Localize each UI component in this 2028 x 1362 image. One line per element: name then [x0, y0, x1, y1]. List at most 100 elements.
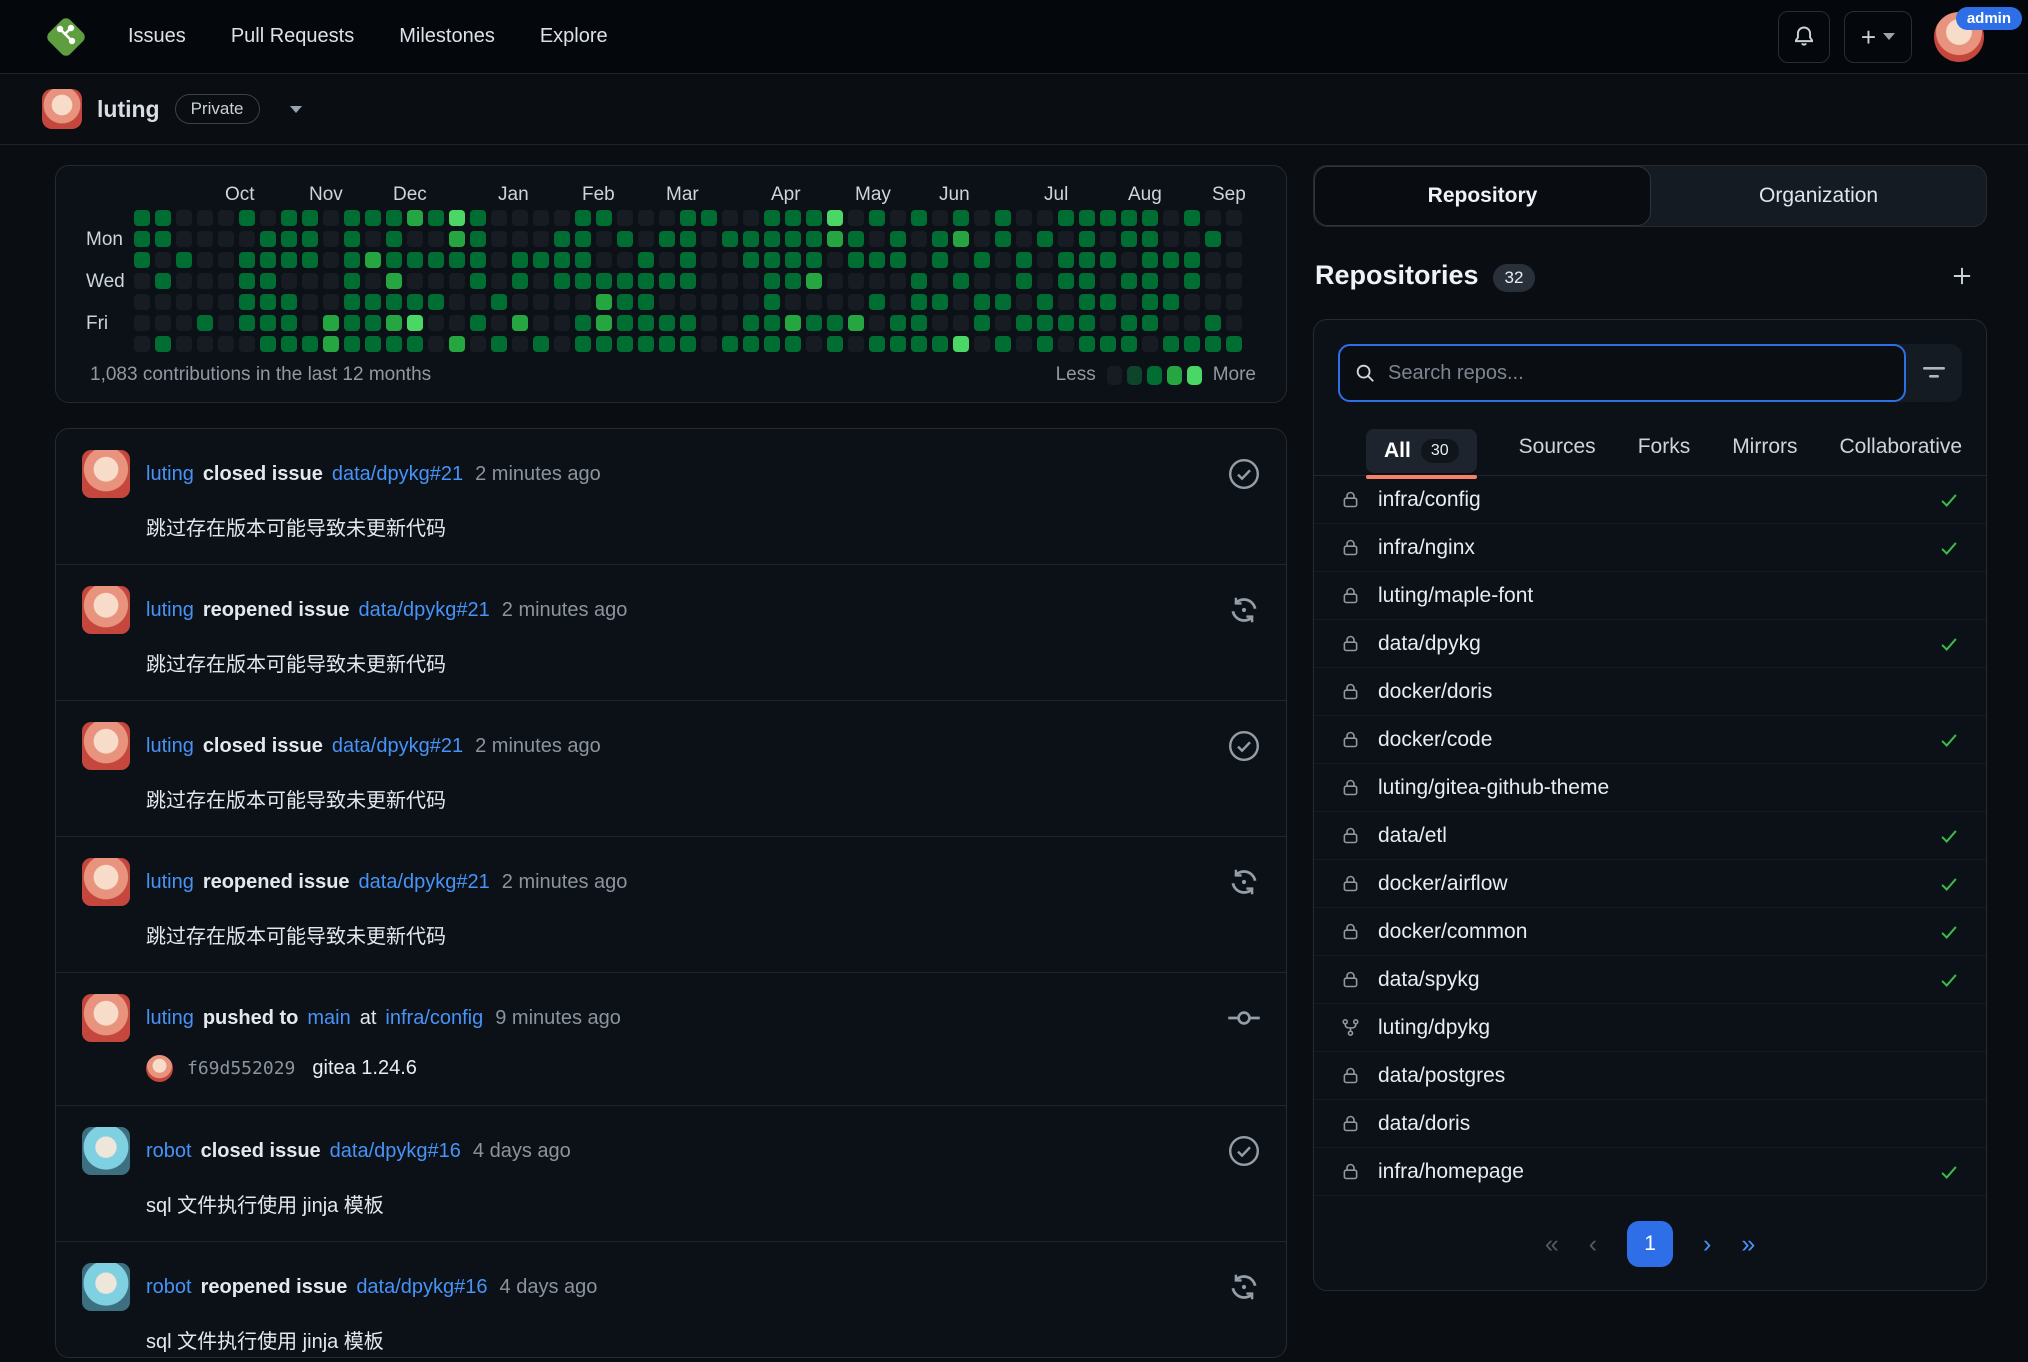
heat-cell[interactable] [470, 231, 486, 247]
heat-cell[interactable] [302, 231, 318, 247]
actor-link[interactable]: robot [146, 1140, 192, 1163]
heat-cell[interactable] [470, 336, 486, 352]
repo-name-link[interactable]: docker/doris [1378, 680, 1492, 704]
repo-row[interactable]: data/dpykg [1314, 620, 1986, 668]
heat-cell[interactable] [1079, 315, 1095, 331]
heat-cell[interactable] [533, 231, 549, 247]
heat-cell[interactable] [386, 252, 402, 268]
heat-cell[interactable] [554, 273, 570, 289]
heat-cell[interactable] [701, 294, 717, 310]
heat-cell[interactable] [1121, 273, 1137, 289]
heat-cell[interactable] [911, 273, 927, 289]
heat-cell[interactable] [239, 315, 255, 331]
repo-row[interactable]: data/postgres [1314, 1052, 1986, 1100]
heat-cell[interactable] [596, 231, 612, 247]
heat-cell[interactable] [617, 252, 633, 268]
heat-cell[interactable] [869, 252, 885, 268]
heat-cell[interactable] [1121, 294, 1137, 310]
pagination-button[interactable]: « [1545, 1230, 1559, 1259]
heat-cell[interactable] [386, 336, 402, 352]
heat-cell[interactable] [1100, 273, 1116, 289]
heat-cell[interactable] [302, 273, 318, 289]
nav-link[interactable]: Pull Requests [231, 25, 354, 48]
heat-cell[interactable] [302, 210, 318, 226]
heat-cell[interactable] [575, 294, 591, 310]
heat-cell[interactable] [176, 315, 192, 331]
heat-cell[interactable] [785, 252, 801, 268]
heat-cell[interactable] [449, 210, 465, 226]
heat-cell[interactable] [554, 252, 570, 268]
heat-cell[interactable] [701, 210, 717, 226]
target-link[interactable]: data/dpykg#21 [332, 735, 463, 758]
nav-link[interactable]: Milestones [399, 25, 495, 48]
heat-cell[interactable] [848, 252, 864, 268]
heat-cell[interactable] [659, 231, 675, 247]
heat-cell[interactable] [974, 294, 990, 310]
heat-cell[interactable] [1142, 231, 1158, 247]
heat-cell[interactable] [638, 210, 654, 226]
heat-cell[interactable] [932, 315, 948, 331]
heat-cell[interactable] [323, 273, 339, 289]
heat-cell[interactable] [743, 210, 759, 226]
heat-cell[interactable] [827, 252, 843, 268]
target-link[interactable]: data/dpykg#21 [332, 463, 463, 486]
heat-cell[interactable] [1184, 231, 1200, 247]
heat-cell[interactable] [1016, 315, 1032, 331]
heat-cell[interactable] [512, 231, 528, 247]
heat-cell[interactable] [659, 294, 675, 310]
heat-cell[interactable] [1016, 273, 1032, 289]
heat-cell[interactable] [974, 252, 990, 268]
repo-row[interactable]: data/doris [1314, 1100, 1986, 1148]
heat-cell[interactable] [596, 336, 612, 352]
pagination-button[interactable]: 1 [1627, 1221, 1674, 1267]
heat-cell[interactable] [785, 210, 801, 226]
heat-cell[interactable] [428, 336, 444, 352]
heat-cell[interactable] [575, 336, 591, 352]
actor-avatar[interactable] [82, 994, 130, 1042]
heat-cell[interactable] [386, 315, 402, 331]
heat-cell[interactable] [995, 273, 1011, 289]
heat-cell[interactable] [176, 231, 192, 247]
heat-cell[interactable] [260, 336, 276, 352]
heat-cell[interactable] [869, 294, 885, 310]
heat-cell[interactable] [1142, 210, 1158, 226]
heat-cell[interactable] [1184, 273, 1200, 289]
heat-cell[interactable] [1184, 315, 1200, 331]
heat-cell[interactable] [281, 252, 297, 268]
heat-cell[interactable] [512, 252, 528, 268]
notifications-button[interactable] [1778, 10, 1830, 63]
heat-cell[interactable] [155, 336, 171, 352]
actor-link[interactable]: luting [146, 463, 194, 486]
target-link[interactable]: data/dpykg#16 [356, 1276, 487, 1299]
heat-cell[interactable] [302, 252, 318, 268]
heat-cell[interactable] [869, 315, 885, 331]
heat-cell[interactable] [554, 210, 570, 226]
heat-cell[interactable] [1121, 315, 1137, 331]
heat-cell[interactable] [512, 210, 528, 226]
heat-cell[interactable] [239, 273, 255, 289]
heat-cell[interactable] [344, 231, 360, 247]
heat-cell[interactable] [323, 336, 339, 352]
commit-hash-link[interactable]: f69d552029 [187, 1058, 295, 1079]
heat-cell[interactable] [1037, 336, 1053, 352]
heat-cell[interactable] [1079, 231, 1095, 247]
heat-cell[interactable] [995, 210, 1011, 226]
heat-cell[interactable] [428, 273, 444, 289]
heat-cell[interactable] [386, 231, 402, 247]
heat-cell[interactable] [659, 210, 675, 226]
heat-cell[interactable] [953, 273, 969, 289]
heat-cell[interactable] [638, 252, 654, 268]
heat-cell[interactable] [1058, 315, 1074, 331]
heat-cell[interactable] [1079, 336, 1095, 352]
heat-cell[interactable] [197, 231, 213, 247]
heat-cell[interactable] [1205, 231, 1221, 247]
heat-cell[interactable] [575, 273, 591, 289]
heat-cell[interactable] [386, 210, 402, 226]
heat-cell[interactable] [659, 273, 675, 289]
heat-cell[interactable] [218, 336, 234, 352]
heat-cell[interactable] [869, 336, 885, 352]
heat-cell[interactable] [617, 210, 633, 226]
heat-cell[interactable] [1016, 210, 1032, 226]
heat-cell[interactable] [911, 294, 927, 310]
heat-cell[interactable] [134, 294, 150, 310]
